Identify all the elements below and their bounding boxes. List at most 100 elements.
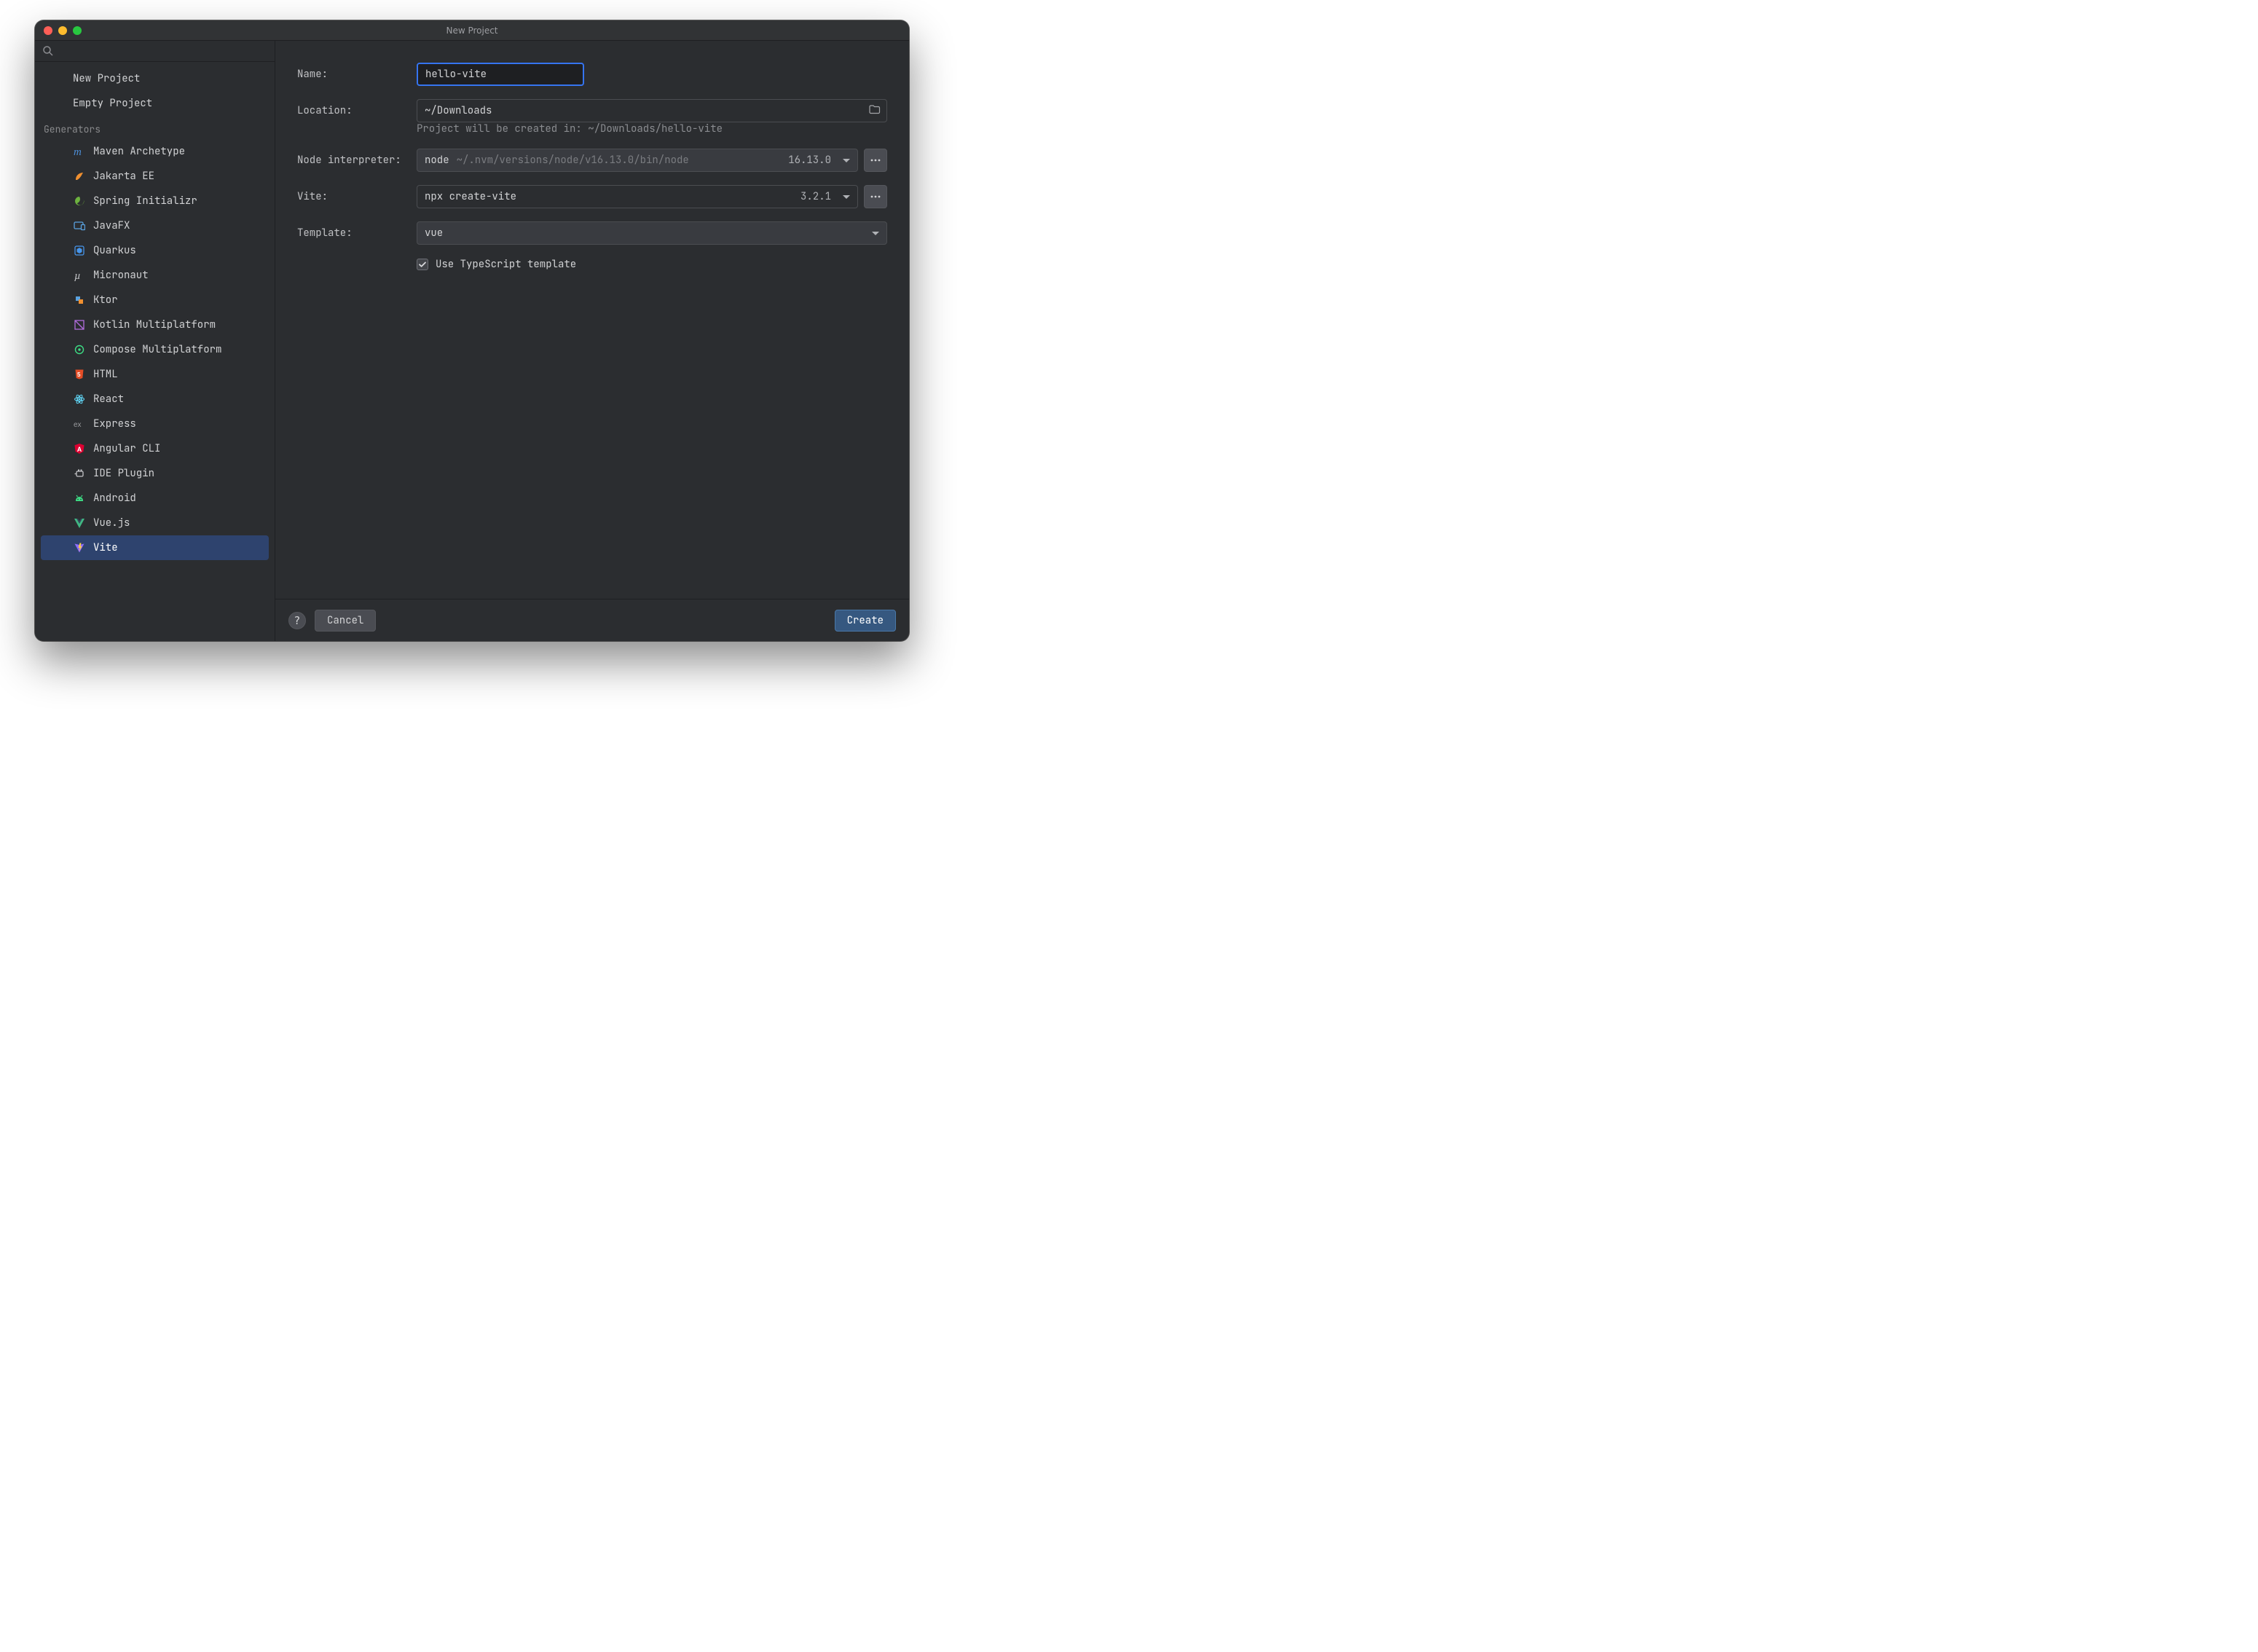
sidebar: New Project Empty Project Generators m Mav… xyxy=(35,41,275,641)
use-typescript-checkbox[interactable] xyxy=(417,259,428,270)
sidebar-item-new-project[interactable]: New Project xyxy=(35,66,275,91)
svg-text:ex: ex xyxy=(74,421,82,429)
window-close-icon[interactable] xyxy=(44,26,52,35)
vite-label: Vite: xyxy=(297,190,417,203)
template-value: vue xyxy=(425,227,865,240)
sidebar-item-label: Angular CLI xyxy=(93,442,160,455)
sidebar-item-express[interactable]: ex Express xyxy=(35,412,275,436)
vite-icon xyxy=(73,541,86,554)
titlebar: New Project xyxy=(35,20,909,41)
sidebar-item-kotlin-multiplatform[interactable]: Kotlin Multiplatform xyxy=(35,312,275,337)
node-interpreter-browse-button[interactable] xyxy=(864,149,887,172)
sidebar-item-label: Empty Project xyxy=(73,97,152,110)
name-label: Name: xyxy=(297,68,417,81)
svg-text:5: 5 xyxy=(77,371,81,378)
sidebar-item-compose-multiplatform[interactable]: Compose Multiplatform xyxy=(35,337,275,362)
create-button[interactable]: Create xyxy=(835,610,896,632)
sidebar-item-label: IDE Plugin xyxy=(93,467,154,480)
sidebar-item-label: Quarkus xyxy=(93,244,136,257)
project-name-input[interactable] xyxy=(417,63,584,86)
maven-icon: m xyxy=(73,145,86,158)
sidebar-item-ktor[interactable]: Ktor xyxy=(35,288,275,312)
sidebar-item-label: React xyxy=(93,393,124,406)
node-interpreter-version: 16.13.0 xyxy=(788,154,831,167)
main-panel: Name: Location: ~/Downloads xyxy=(275,41,909,641)
angular-icon: A xyxy=(73,442,86,455)
sidebar-item-react[interactable]: React xyxy=(35,387,275,412)
check-icon xyxy=(418,260,427,269)
sidebar-item-label: JavaFX xyxy=(93,219,130,232)
vite-select[interactable]: npx create-vite 3.2.1 xyxy=(417,185,858,208)
sidebar-item-label: Ktor xyxy=(93,294,118,307)
sidebar-item-label: Vue.js xyxy=(93,516,130,530)
android-icon xyxy=(73,492,86,505)
sidebar-item-label: Jakarta EE xyxy=(93,170,154,183)
sidebar-item-angular-cli[interactable]: A Angular CLI xyxy=(35,436,275,461)
sidebar-item-quarkus[interactable]: Quarkus xyxy=(35,238,275,263)
location-hint: Project will be created in: ~/Downloads/… xyxy=(417,122,723,135)
sidebar-item-javafx[interactable]: JavaFX xyxy=(35,213,275,238)
window-zoom-icon[interactable] xyxy=(73,26,82,35)
micronaut-icon: µ xyxy=(73,269,86,282)
sidebar-item-android[interactable]: Android xyxy=(35,486,275,511)
svg-text:A: A xyxy=(77,446,82,453)
vite-command: npx create-vite xyxy=(425,190,793,203)
sidebar-item-label: HTML xyxy=(93,368,118,381)
ellipsis-icon xyxy=(870,195,881,198)
sidebar-tree: New Project Empty Project Generators m Mav… xyxy=(35,62,275,641)
svg-text:µ: µ xyxy=(74,270,81,281)
dialog-footer: ? Cancel Create xyxy=(275,599,909,641)
sidebar-item-vue-js[interactable]: Vue.js xyxy=(35,511,275,535)
svg-text:m: m xyxy=(74,146,82,157)
sidebar-item-label: Maven Archetype xyxy=(93,145,185,158)
template-label: Template: xyxy=(297,227,417,240)
sidebar-item-label: Spring Initializr xyxy=(93,194,197,208)
folder-icon[interactable] xyxy=(869,104,881,118)
sidebar-item-label: Express xyxy=(93,417,136,430)
help-button[interactable]: ? xyxy=(288,612,306,629)
generators-section-header: Generators xyxy=(35,119,275,139)
spring-icon xyxy=(73,194,86,208)
sidebar-item-ide-plugin[interactable]: IDE Plugin xyxy=(35,461,275,486)
quarkus-icon xyxy=(73,244,86,257)
plugin-icon xyxy=(73,467,86,480)
use-typescript-label: Use TypeScript template xyxy=(436,258,576,271)
location-label: Location: xyxy=(297,104,417,117)
ellipsis-icon xyxy=(870,159,881,162)
search-icon xyxy=(42,45,54,57)
template-select[interactable]: vue xyxy=(417,221,887,245)
sidebar-item-label: Compose Multiplatform xyxy=(93,343,221,356)
compose-icon xyxy=(73,343,86,356)
window-minimize-icon[interactable] xyxy=(58,26,67,35)
ktor-icon xyxy=(73,294,86,307)
sidebar-search[interactable] xyxy=(35,41,275,62)
jakarta-icon xyxy=(73,170,86,183)
sidebar-item-micronaut[interactable]: µ Micronaut xyxy=(35,263,275,288)
location-input[interactable]: ~/Downloads xyxy=(417,99,887,122)
sidebar-item-spring-initializr[interactable]: Spring Initializr xyxy=(35,189,275,213)
react-icon xyxy=(73,393,86,406)
sidebar-item-vite[interactable]: Vite xyxy=(41,535,269,560)
cancel-button[interactable]: Cancel xyxy=(315,610,376,632)
node-interpreter-path: ~/.nvm/versions/node/v16.13.0/bin/node xyxy=(457,154,782,167)
sidebar-item-label: Micronaut xyxy=(93,269,149,282)
window-title: New Project xyxy=(35,25,909,36)
express-icon: ex xyxy=(73,417,86,430)
sidebar-item-label: Vite xyxy=(93,541,118,554)
kotlin-mp-icon xyxy=(73,318,86,331)
sidebar-item-maven-archetype[interactable]: m Maven Archetype xyxy=(35,139,275,164)
sidebar-item-jakarta-ee[interactable]: Jakarta EE xyxy=(35,164,275,189)
sidebar-item-empty-project[interactable]: Empty Project xyxy=(35,91,275,116)
chevron-down-icon xyxy=(843,159,850,162)
sidebar-item-label: Kotlin Multiplatform xyxy=(93,318,216,331)
vue-icon xyxy=(73,516,86,530)
vite-browse-button[interactable] xyxy=(864,185,887,208)
location-value: ~/Downloads xyxy=(425,104,492,117)
chevron-down-icon xyxy=(843,195,850,199)
html5-icon: 5 xyxy=(73,368,86,381)
node-interpreter-select[interactable]: node ~/.nvm/versions/node/v16.13.0/bin/n… xyxy=(417,149,858,172)
javafx-icon xyxy=(73,219,86,232)
node-interpreter-label: Node interpreter: xyxy=(297,154,417,167)
node-interpreter-name: node xyxy=(425,154,449,167)
sidebar-item-html[interactable]: 5 HTML xyxy=(35,362,275,387)
